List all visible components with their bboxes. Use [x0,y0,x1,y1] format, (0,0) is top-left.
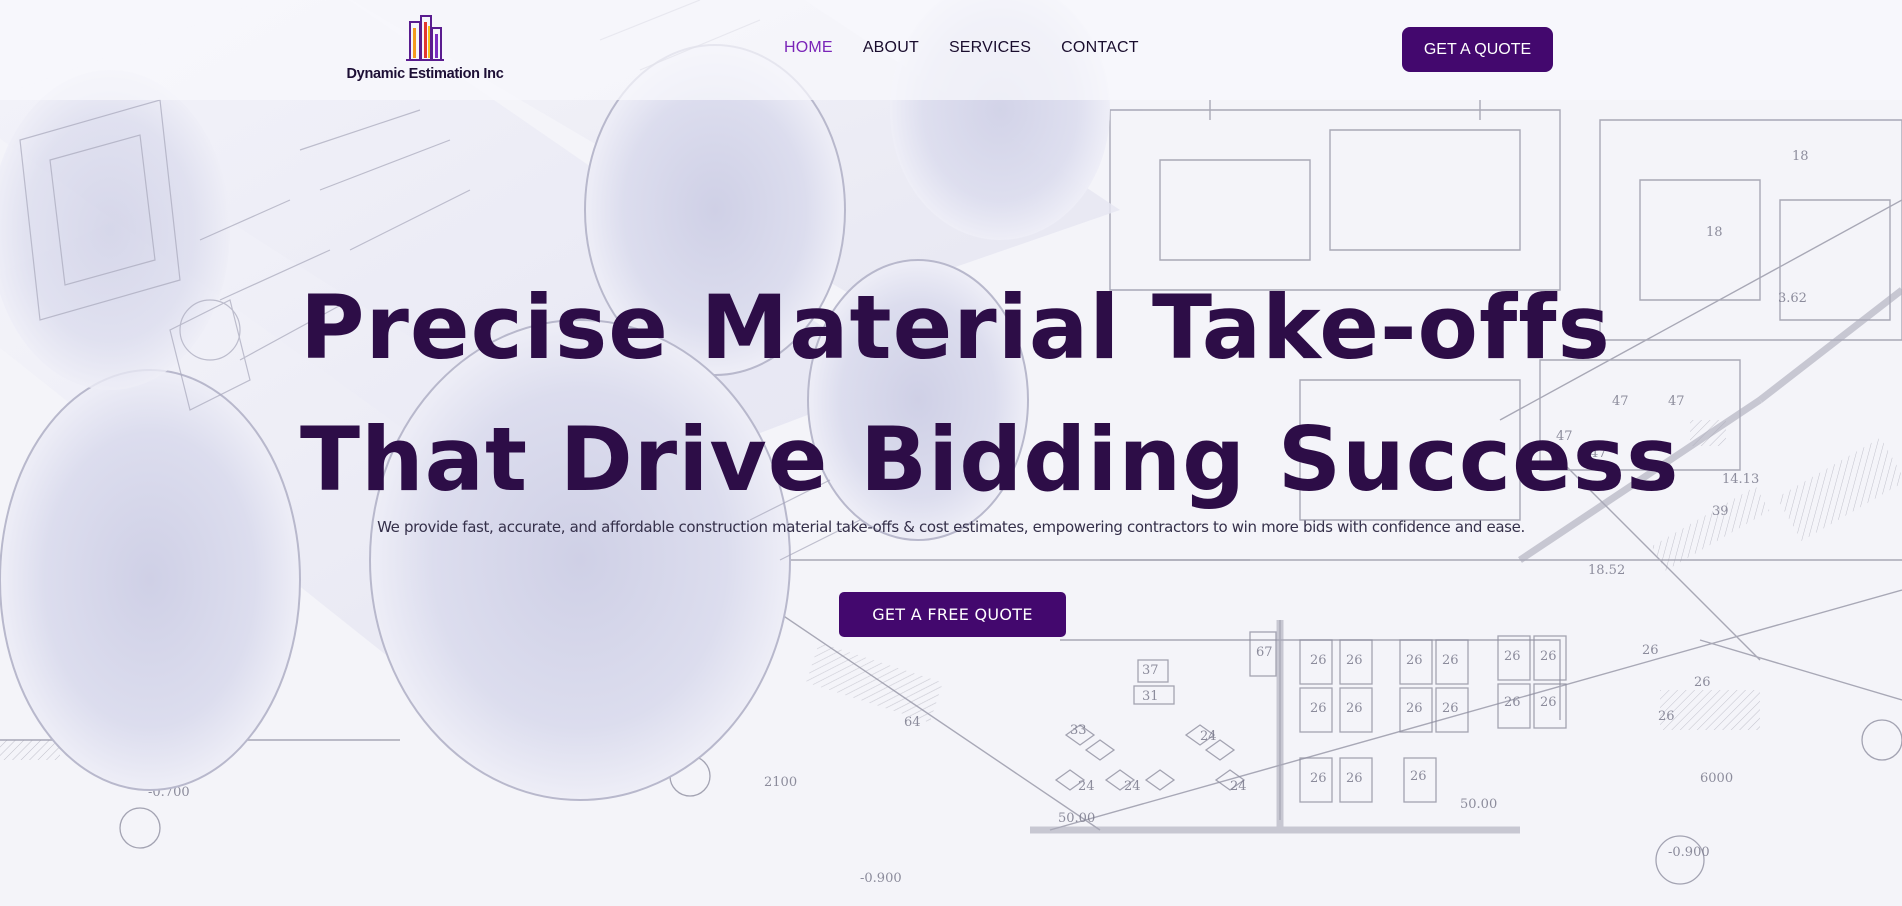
hero-title: Precise Material Take-offs That Drive Bi… [300,262,1680,526]
svg-text:26: 26 [1442,701,1459,716]
svg-text:26: 26 [1658,709,1675,724]
svg-text:26: 26 [1406,701,1423,716]
svg-text:26: 26 [1442,653,1459,668]
svg-text:26: 26 [1310,653,1327,668]
svg-text:47: 47 [1668,394,1685,409]
svg-text:26: 26 [1310,701,1327,716]
site-header: Dynamic Estimation Inc HOME ABOUT SERVIC… [0,0,1902,100]
svg-text:24: 24 [1124,779,1141,794]
nav-about-link[interactable]: ABOUT [863,39,919,57]
svg-text:24: 24 [1078,779,1095,794]
nav-services-link[interactable]: SERVICES [949,39,1031,57]
svg-text:50.00: 50.00 [1058,811,1095,826]
svg-text:50.00: 50.00 [1460,797,1497,812]
svg-text:2100: 2100 [764,775,797,790]
hero-title-line-1: Precise Material Take-offs [300,276,1611,379]
svg-text:6000: 6000 [1700,771,1733,786]
svg-text:18: 18 [1792,149,1809,164]
svg-text:26: 26 [1410,769,1427,784]
get-a-quote-button[interactable]: GET A QUOTE [1402,27,1553,72]
svg-text:26: 26 [1346,701,1363,716]
hero-title-line-2: That Drive Bidding Success [300,408,1680,511]
brand-logo[interactable]: Dynamic Estimation Inc [347,14,504,86]
svg-text:47: 47 [1612,394,1629,409]
buildings-logo-icon [406,15,444,61]
svg-text:26: 26 [1406,653,1423,668]
nav-home-link[interactable]: HOME [784,39,833,57]
svg-text:33: 33 [1070,723,1087,738]
svg-text:24: 24 [1200,729,1217,744]
svg-text:-0.900: -0.900 [1668,845,1710,860]
hero-subtitle: We provide fast, accurate, and affordabl… [377,518,1525,536]
svg-text:26: 26 [1346,771,1363,786]
svg-text:26: 26 [1694,675,1711,690]
svg-text:14.13: 14.13 [1722,472,1759,487]
svg-text:18.52: 18.52 [1588,563,1625,578]
svg-text:64: 64 [904,715,921,730]
nav-contact-link[interactable]: CONTACT [1061,39,1139,57]
svg-text:26: 26 [1310,771,1327,786]
svg-text:26: 26 [1504,695,1521,710]
svg-text:3.62: 3.62 [1778,291,1807,306]
svg-text:24: 24 [1230,779,1247,794]
svg-text:67: 67 [1256,645,1273,660]
svg-text:26: 26 [1540,649,1557,664]
svg-text:26: 26 [1504,649,1521,664]
svg-text:18: 18 [1706,225,1723,240]
brand-name: Dynamic Estimation Inc [346,66,504,82]
svg-text:26: 26 [1346,653,1363,668]
svg-text:37: 37 [1142,663,1159,678]
svg-text:26: 26 [1642,643,1659,658]
main-nav: HOME ABOUT SERVICES CONTACT [784,39,1139,57]
svg-text:26: 26 [1540,695,1557,710]
get-free-quote-button[interactable]: GET A FREE QUOTE [839,592,1066,637]
svg-text:39: 39 [1712,504,1729,519]
svg-text:31: 31 [1142,689,1159,704]
svg-text:-0.900: -0.900 [860,871,902,886]
